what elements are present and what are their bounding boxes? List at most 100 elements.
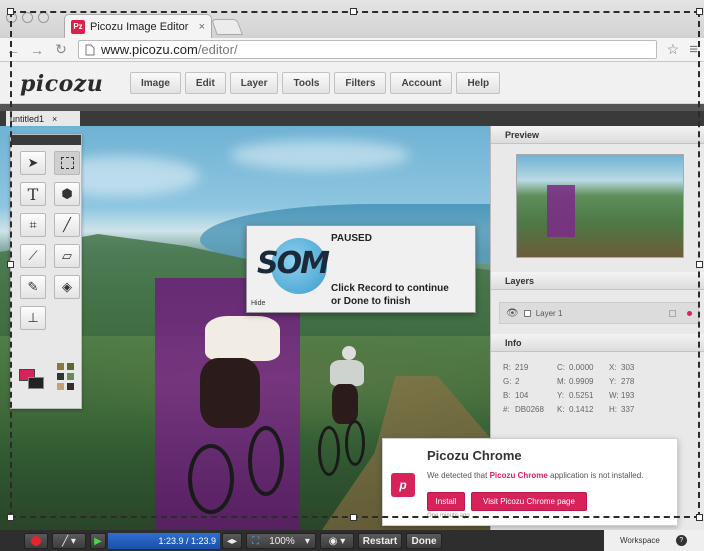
speaker-icon: ◉ ▾ <box>328 535 346 547</box>
layer-name: Layer 1 <box>535 308 563 318</box>
window-controls <box>6 12 49 23</box>
url-host: www.picozu.com <box>101 42 198 57</box>
info-label: B: <box>503 391 511 400</box>
info-label: M: <box>557 377 566 386</box>
crop-tool-icon[interactable]: ⌗ <box>20 213 46 237</box>
swatch[interactable] <box>57 363 64 370</box>
menu-help[interactable]: Help <box>456 72 501 94</box>
zoom-select[interactable]: ⛶ 100% ▾ <box>246 533 316 549</box>
tab-close-icon[interactable]: × <box>199 21 205 33</box>
background-color[interactable] <box>28 377 44 389</box>
notification-message: We detected that Picozu Chrome applicati… <box>427 471 643 480</box>
menu-filters[interactable]: Filters <box>334 72 387 94</box>
marquee-tool-icon[interactable] <box>54 151 80 175</box>
swatch[interactable] <box>57 373 64 380</box>
address-bar[interactable]: www.picozu.com/editor/ <box>78 40 657 59</box>
info-value: 219 <box>515 363 529 372</box>
info-label: Y: <box>557 391 565 400</box>
tab-title: Picozu Image Editor <box>90 20 189 33</box>
info-label: Y: <box>609 377 617 386</box>
help-icon[interactable]: ? <box>675 535 687 546</box>
swatch[interactable] <box>67 363 74 370</box>
visit-page-button[interactable]: Visit Picozu Chrome page <box>471 492 587 511</box>
forward-arrow-icon[interactable]: → <box>30 42 44 58</box>
browser-tab-bar: Pz Picozu Image Editor × <box>0 0 704 38</box>
bike-wheel <box>188 444 234 514</box>
document-tab-close-icon[interactable]: × <box>52 114 57 124</box>
tool-palette-titlebar[interactable] <box>11 135 81 145</box>
menu-layer[interactable]: Layer <box>229 72 279 94</box>
info-value: 303 <box>621 363 635 372</box>
menu-account[interactable]: Account <box>390 72 453 94</box>
brush-tool-icon[interactable]: ╱ <box>54 213 80 237</box>
picozu-favicon-icon: Pz <box>71 19 85 34</box>
fill-tool-icon[interactable]: ◈ <box>54 275 80 299</box>
color-swatches <box>19 363 75 403</box>
info-value: 0.1412 <box>569 405 594 414</box>
swatch[interactable] <box>67 383 74 390</box>
info-label: X: <box>609 363 617 372</box>
layer-row[interactable]: 👁 Layer 1 <box>499 302 699 324</box>
visibility-eye-icon[interactable]: 👁 <box>506 308 519 319</box>
recorder-bar: ╱ ▾ ▶ 1:23.9 / 1:23.9 ◂▸ ⛶ 100% ▾ ◉ ▾ Re… <box>0 530 704 551</box>
layer-lock-icon[interactable] <box>669 309 676 317</box>
eyedropper-tool-icon[interactable]: ⟋ <box>20 244 46 268</box>
bike-wheel <box>345 420 365 466</box>
picozu-logo: picozu <box>20 71 104 97</box>
text-tool-icon[interactable]: T <box>20 182 46 206</box>
rider-body <box>332 384 358 424</box>
timeline[interactable]: 1:23.9 / 1:23.9 <box>108 533 220 549</box>
pen-tool-button[interactable]: ╱ ▾ <box>52 533 86 549</box>
info-value: 337 <box>621 405 635 414</box>
header-divider <box>0 104 704 111</box>
swatch[interactable] <box>57 383 64 390</box>
reload-icon[interactable]: ↻ <box>54 41 68 58</box>
volume-button[interactable]: ◉ ▾ <box>320 533 354 549</box>
document-tab[interactable]: untitled1 × <box>6 111 80 126</box>
layers-panel-title: Layers <box>491 272 704 290</box>
minimize-window-icon[interactable] <box>22 12 33 23</box>
picozu-app-icon: p <box>391 473 415 497</box>
zoom-value: 100% <box>269 535 295 547</box>
back-arrow-icon[interactable]: ← <box>6 42 20 58</box>
browser-menu-icon[interactable]: ≡ <box>689 41 698 58</box>
info-value: 0.5251 <box>569 391 594 400</box>
new-tab-button[interactable] <box>211 19 243 35</box>
pen-icon: ╱ ▾ <box>62 535 76 547</box>
bike-wheel <box>248 426 284 496</box>
paused-status: PAUSED <box>331 233 372 244</box>
info-value: 0.9909 <box>569 377 594 386</box>
recorder-paused-dialog: SOM PAUSED Click Record to continue or D… <box>246 225 476 313</box>
bookmark-star-icon[interactable]: ☆ <box>667 41 680 58</box>
chrome-notification: p Picozu Chrome We detected that Picozu … <box>382 438 678 526</box>
workspace-tab[interactable]: Workspace ? <box>604 530 704 551</box>
info-panel-title: Info <box>491 334 704 352</box>
info-label: K: <box>557 405 565 414</box>
info-label: H: <box>609 405 617 414</box>
step-buttons[interactable]: ◂▸ <box>222 533 242 549</box>
layer-checkbox[interactable] <box>523 309 531 317</box>
eraser-tool-icon[interactable]: ▱ <box>54 244 80 268</box>
browser-tab[interactable]: Pz Picozu Image Editor × <box>64 14 212 38</box>
play-button[interactable]: ▶ <box>90 533 106 549</box>
preview-thumbnail[interactable] <box>516 154 684 258</box>
pencil-tool-icon[interactable]: ✎ <box>20 275 46 299</box>
move-tool-icon[interactable]: ➤ <box>20 151 46 175</box>
menu-edit[interactable]: Edit <box>184 72 226 94</box>
shape-tool-icon[interactable]: ⬢ <box>54 182 80 206</box>
hide-link[interactable]: Hide <box>251 300 265 307</box>
stamp-tool-icon[interactable]: ⊥ <box>20 306 46 330</box>
record-button[interactable] <box>24 533 48 549</box>
maximize-window-icon[interactable] <box>38 12 49 23</box>
install-button[interactable]: Install <box>427 492 465 511</box>
info-value: 104 <box>515 391 529 400</box>
cloud <box>230 140 410 170</box>
close-window-icon[interactable] <box>6 12 17 23</box>
done-button[interactable]: Done <box>406 533 442 549</box>
menu-image[interactable]: Image <box>130 72 181 94</box>
step-arrows-icon: ◂▸ <box>226 535 238 547</box>
menu-tools[interactable]: Tools <box>282 72 331 94</box>
preview-selection <box>547 185 575 237</box>
swatch[interactable] <box>67 373 74 380</box>
restart-button[interactable]: Restart <box>358 533 402 549</box>
